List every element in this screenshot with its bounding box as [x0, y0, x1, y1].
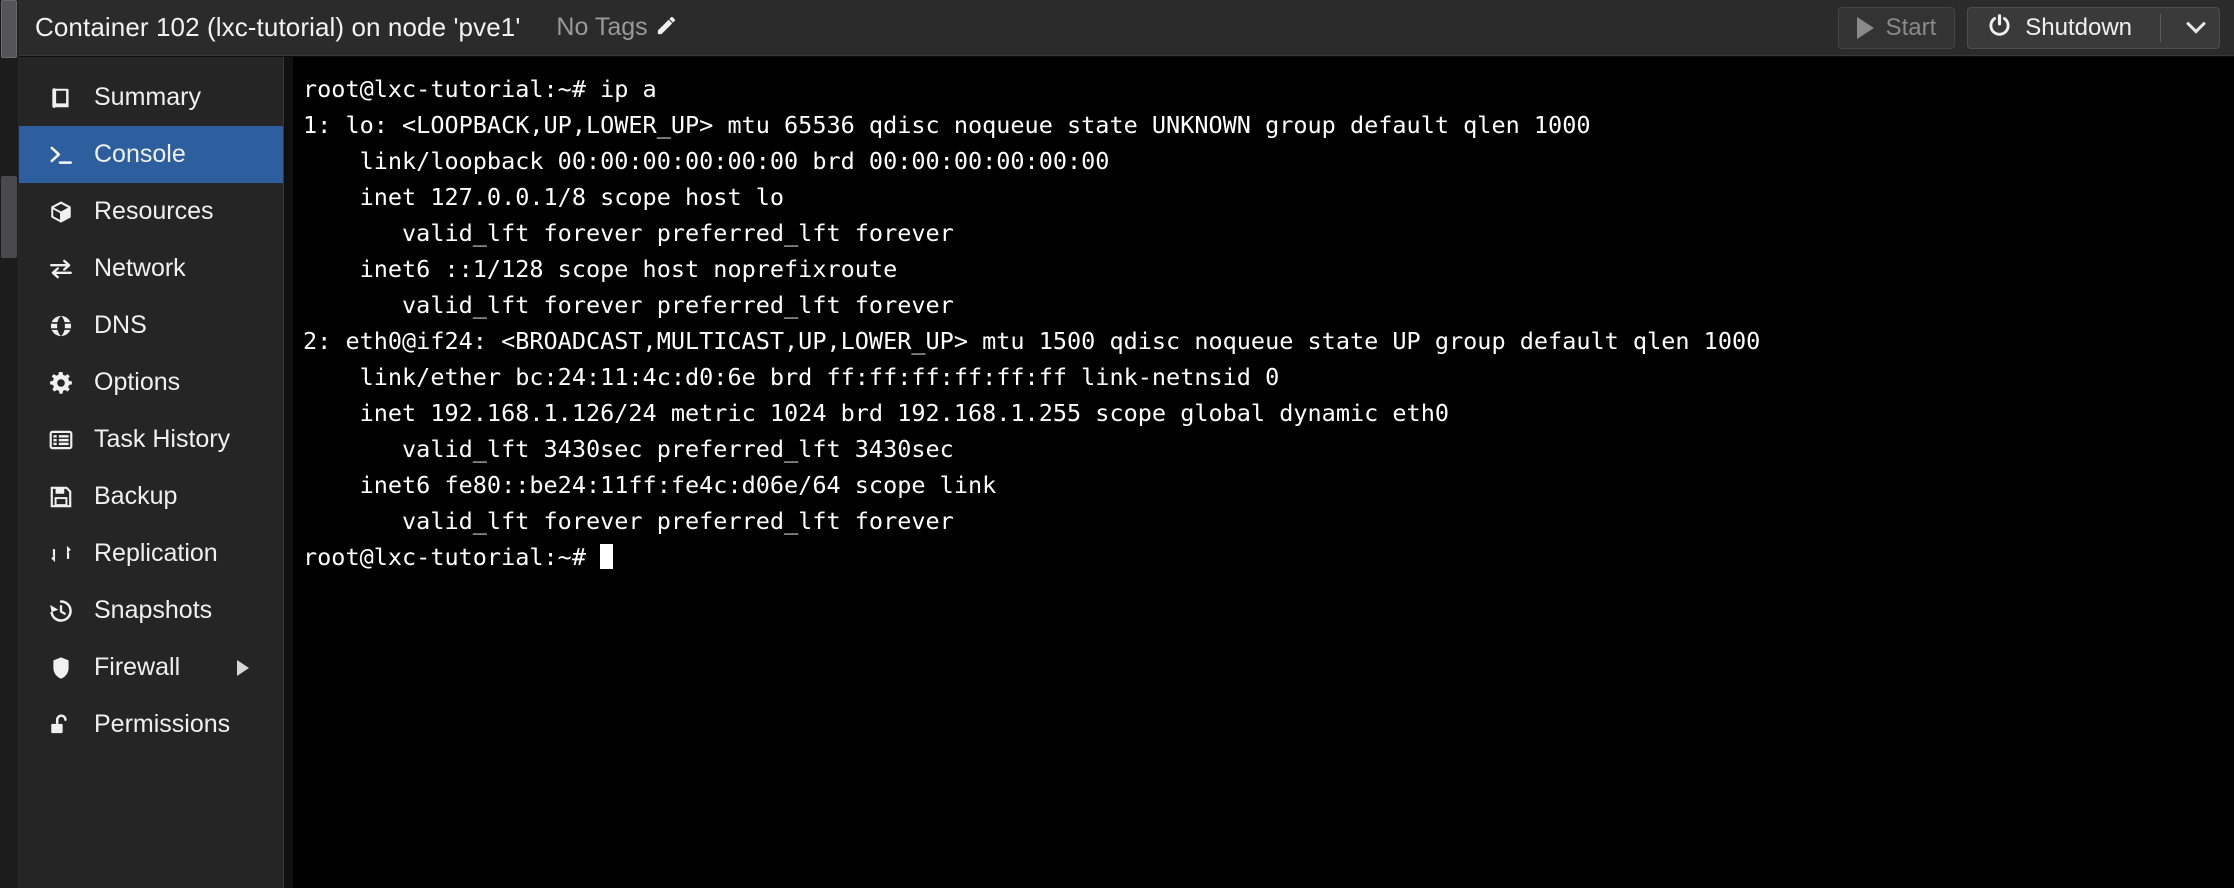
terminal-line: 2: eth0@if24: <BROADCAST,MULTICAST,UP,LO… [303, 327, 1761, 355]
sidebar-item-snapshots[interactable]: Snapshots [19, 582, 283, 639]
play-icon [1856, 16, 1874, 39]
terminal-prompt-text: root@lxc-tutorial:~# [303, 543, 601, 571]
sidebar-item-task-history[interactable]: Task History [19, 411, 283, 468]
unlock-icon [47, 711, 75, 739]
sidebar-item-label: Permissions [94, 710, 231, 738]
history-icon [47, 597, 75, 625]
sidebar-item-label: Backup [94, 482, 178, 510]
chevron-right-icon[interactable] [237, 659, 249, 676]
terminal-output[interactable]: root@lxc-tutorial:~# ip a 1: lo: <LOOPBAC… [293, 57, 2234, 888]
sidebar-item-label: Snapshots [94, 596, 213, 624]
terminal-line: link/ether bc:24:11:4c:d0:6e brd ff:ff:f… [303, 363, 1280, 391]
pencil-icon[interactable] [655, 14, 678, 42]
sidebar-item-resources[interactable]: Resources [19, 183, 283, 240]
proxmox-container-console-page: Container 102 (lxc-tutorial) on node 'pv… [0, 0, 2234, 888]
sidebar-item-label: Options [94, 368, 181, 396]
terminal-line: link/loopback 00:00:00:00:00:00 brd 00:0… [303, 147, 1110, 175]
shield-icon [47, 654, 75, 682]
exchange-icon [47, 255, 75, 283]
page-scrollbar-thumb[interactable] [1, 176, 17, 258]
terminal-line: valid_lft 3430sec preferred_lft 3430sec [303, 435, 954, 463]
power-icon [1986, 11, 2013, 45]
sidebar-item-permissions[interactable]: Permissions [19, 696, 283, 753]
sidebar-item-backup[interactable]: Backup [19, 468, 283, 525]
list-icon [47, 426, 75, 454]
sidebar-item-label: Summary [94, 83, 201, 111]
terminal-line: valid_lft forever preferred_lft forever [303, 291, 954, 319]
terminal-prompt-line: root@lxc-tutorial:~# [303, 539, 2234, 575]
page-header: Container 102 (lxc-tutorial) on node 'pv… [19, 0, 2234, 56]
terminal-line: root@lxc-tutorial:~# ip a [303, 75, 657, 103]
terminal-cursor [600, 544, 614, 569]
console-panel: root@lxc-tutorial:~# ip a 1: lo: <LOOPBAC… [285, 57, 2234, 888]
sidebar-item-options[interactable]: Options [19, 354, 283, 411]
sidebar-item-label: Replication [94, 539, 218, 567]
terminal-line: inet6 ::1/128 scope host noprefixroute [303, 255, 898, 283]
sidebar-item-label: Network [94, 254, 186, 282]
sidebar-item-summary[interactable]: Summary [19, 69, 283, 126]
floppy-disk-icon [47, 483, 75, 511]
shutdown-button[interactable]: Shutdown [1967, 6, 2220, 49]
terminal-line: inet6 fe80::be24:11ff:fe4c:d06e/64 scope… [303, 471, 997, 499]
gear-icon [47, 369, 75, 397]
tags-edit-button[interactable]: No Tags [556, 13, 677, 42]
page-scrollbar[interactable] [0, 0, 19, 888]
start-button[interactable]: Start [1837, 6, 1956, 49]
sidebar-item-replication[interactable]: Replication [19, 525, 283, 582]
book-icon [47, 84, 75, 112]
sidebar-item-label: Console [94, 140, 186, 168]
cube-icon [47, 198, 75, 226]
sidebar-item-label: Resources [94, 197, 214, 225]
terminal-line: 1: lo: <LOOPBACK,UP,LOWER_UP> mtu 65536 … [303, 111, 1591, 139]
shutdown-button-label: Shutdown [2025, 13, 2132, 41]
terminal-line: inet 192.168.1.126/24 metric 1024 brd 19… [303, 399, 1450, 427]
sidebar-nav: Summary Console Resources Network DNS Op… [19, 57, 284, 888]
terminal-line: valid_lft forever preferred_lft forever [303, 507, 954, 535]
globe-icon [47, 312, 75, 340]
page-scrollbar-thumb-top[interactable] [1, 0, 17, 58]
sidebar-item-label: Firewall [94, 653, 181, 681]
shutdown-dropdown-toggle[interactable] [2173, 8, 2219, 48]
terminal-line: valid_lft forever preferred_lft forever [303, 219, 954, 247]
sidebar-item-label: DNS [94, 311, 147, 339]
sidebar-item-label: Task History [94, 425, 231, 453]
sidebar-item-network[interactable]: Network [19, 240, 283, 297]
sidebar-item-dns[interactable]: DNS [19, 297, 283, 354]
page-title: Container 102 (lxc-tutorial) on node 'pv… [35, 12, 521, 42]
terminal-line: inet 127.0.0.1/8 scope host lo [303, 183, 785, 211]
start-button-label: Start [1885, 13, 1937, 41]
chevron-down-icon [2186, 13, 2206, 34]
tags-label: No Tags [556, 13, 648, 41]
sidebar-item-console[interactable]: Console [19, 126, 283, 183]
sidebar-item-firewall[interactable]: Firewall [19, 639, 283, 696]
shutdown-separator [2160, 13, 2161, 42]
retweet-icon [47, 540, 75, 568]
terminal-icon [47, 141, 75, 169]
